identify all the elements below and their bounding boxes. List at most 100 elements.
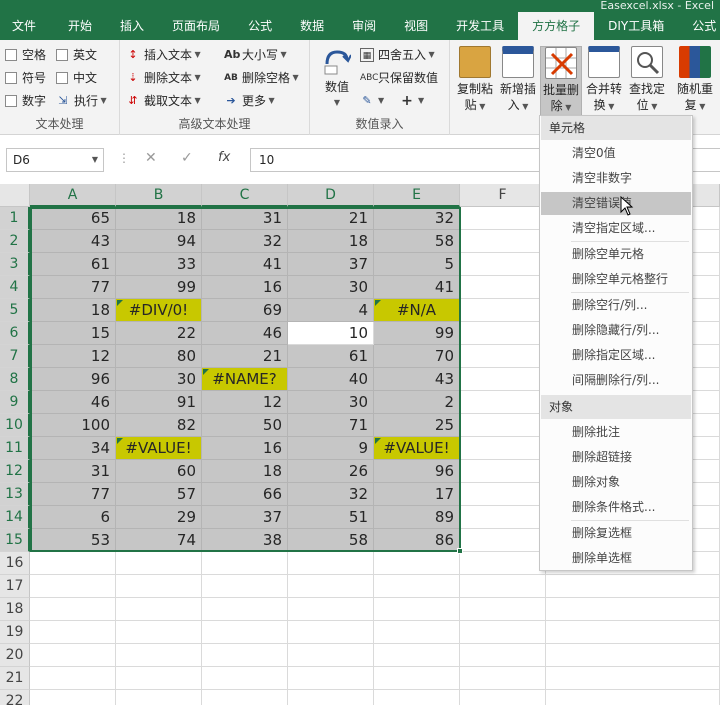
- column-header-a[interactable]: A: [30, 184, 116, 207]
- cell-A15[interactable]: 53: [30, 529, 116, 552]
- cell-A11[interactable]: 34: [30, 437, 116, 460]
- insert-new-button[interactable]: 新增插 入 ▼: [497, 46, 539, 115]
- cell-C18[interactable]: [202, 598, 288, 621]
- find-locate-button[interactable]: 查找定 位 ▼: [626, 46, 668, 115]
- select-all-corner[interactable]: [0, 184, 30, 207]
- row-header-18[interactable]: 18: [0, 598, 30, 621]
- cell-E3[interactable]: 5: [374, 253, 460, 276]
- cell-D17[interactable]: [288, 575, 374, 598]
- cell-C4[interactable]: 16: [202, 276, 288, 299]
- cell-A13[interactable]: 77: [30, 483, 116, 506]
- cell-F11[interactable]: [460, 437, 546, 460]
- cell-G21[interactable]: [546, 667, 720, 690]
- cell-B1[interactable]: 18: [116, 207, 202, 230]
- cell-F19[interactable]: [460, 621, 546, 644]
- cell-F20[interactable]: [460, 644, 546, 667]
- cell-D22[interactable]: [288, 690, 374, 705]
- cell-F7[interactable]: [460, 345, 546, 368]
- cell-C21[interactable]: [202, 667, 288, 690]
- cell-B4[interactable]: 99: [116, 276, 202, 299]
- cell-C12[interactable]: 18: [202, 460, 288, 483]
- menu-item-delete-hyperlinks[interactable]: 删除超链接: [541, 446, 691, 469]
- row-header-7[interactable]: 7: [0, 345, 30, 368]
- cell-A8[interactable]: 96: [30, 368, 116, 391]
- menu-item-clear-non-number[interactable]: 清空非数字: [541, 167, 691, 190]
- cell-A14[interactable]: 6: [30, 506, 116, 529]
- tab-formulas[interactable]: 公式: [234, 12, 286, 40]
- cell-D6[interactable]: 10: [288, 322, 374, 345]
- menu-item-clear-error[interactable]: 清空错误值: [541, 192, 691, 215]
- cell-E11[interactable]: #VALUE!: [374, 437, 460, 460]
- cell-F10[interactable]: [460, 414, 546, 437]
- cell-B5[interactable]: #DIV/0!: [116, 299, 202, 322]
- cell-B10[interactable]: 82: [116, 414, 202, 437]
- chevron-down-icon[interactable]: ▼: [92, 149, 98, 171]
- cell-E21[interactable]: [374, 667, 460, 690]
- batch-delete-button[interactable]: 批量删 除 ▼: [540, 46, 582, 120]
- cell-B22[interactable]: [116, 690, 202, 705]
- cell-B19[interactable]: [116, 621, 202, 644]
- cell-F14[interactable]: [460, 506, 546, 529]
- more-button[interactable]: ➔ 更多 ▼: [224, 91, 274, 111]
- row-header-22[interactable]: 22: [0, 690, 30, 705]
- tab-formula-extra[interactable]: 公式: [678, 12, 720, 40]
- cell-E2[interactable]: 58: [374, 230, 460, 253]
- tab-review[interactable]: 审阅: [338, 12, 390, 40]
- cell-C5[interactable]: 69: [202, 299, 288, 322]
- cell-E7[interactable]: 70: [374, 345, 460, 368]
- case-button[interactable]: Ab 大小写 ▼: [224, 45, 287, 65]
- menu-item-delete-empty-cells[interactable]: 删除空单元格: [541, 243, 691, 266]
- row-header-5[interactable]: 5: [0, 299, 30, 322]
- column-header-c[interactable]: C: [202, 184, 288, 207]
- cell-A19[interactable]: [30, 621, 116, 644]
- cell-D15[interactable]: 58: [288, 529, 374, 552]
- cell-F4[interactable]: [460, 276, 546, 299]
- cell-A20[interactable]: [30, 644, 116, 667]
- cell-B18[interactable]: [116, 598, 202, 621]
- cell-C11[interactable]: 16: [202, 437, 288, 460]
- cell-A17[interactable]: [30, 575, 116, 598]
- cell-A5[interactable]: 18: [30, 299, 116, 322]
- cell-D14[interactable]: 51: [288, 506, 374, 529]
- cell-C14[interactable]: 37: [202, 506, 288, 529]
- tab-file[interactable]: 文件: [0, 12, 54, 40]
- merge-convert-button[interactable]: 合并转 换 ▼: [583, 46, 625, 115]
- cell-C7[interactable]: 21: [202, 345, 288, 368]
- cell-E18[interactable]: [374, 598, 460, 621]
- column-header-f[interactable]: F: [460, 184, 546, 207]
- fill-handle[interactable]: [457, 548, 463, 554]
- copy-paste-button[interactable]: 复制粘 贴 ▼: [454, 46, 496, 115]
- cell-C6[interactable]: 46: [202, 322, 288, 345]
- row-header-14[interactable]: 14: [0, 506, 30, 529]
- menu-item-delete-empty-rows[interactable]: 删除空单元格整行: [541, 268, 691, 291]
- column-header-b[interactable]: B: [116, 184, 202, 207]
- name-box[interactable]: D6 ▼: [6, 148, 104, 172]
- cell-C20[interactable]: [202, 644, 288, 667]
- cell-E4[interactable]: 41: [374, 276, 460, 299]
- menu-item-delete-radio[interactable]: 删除单选框: [541, 547, 691, 570]
- cell-D8[interactable]: 40: [288, 368, 374, 391]
- checkbox-english[interactable]: 英文: [56, 45, 97, 65]
- enter-icon[interactable]: ✓: [181, 150, 193, 166]
- cell-B12[interactable]: 60: [116, 460, 202, 483]
- execute-button[interactable]: ⇲ 执行 ▼: [56, 91, 106, 111]
- cell-C2[interactable]: 32: [202, 230, 288, 253]
- cell-F6[interactable]: [460, 322, 546, 345]
- cell-E14[interactable]: 89: [374, 506, 460, 529]
- cell-A1[interactable]: 65: [30, 207, 116, 230]
- tab-developer[interactable]: 开发工具: [442, 12, 518, 40]
- row-header-11[interactable]: 11: [0, 437, 30, 460]
- cell-A2[interactable]: 43: [30, 230, 116, 253]
- cell-A9[interactable]: 46: [30, 391, 116, 414]
- row-header-12[interactable]: 12: [0, 460, 30, 483]
- tab-home[interactable]: 开始: [54, 12, 106, 40]
- column-header-e[interactable]: E: [374, 184, 460, 207]
- tab-view[interactable]: 视图: [390, 12, 442, 40]
- cell-C1[interactable]: 31: [202, 207, 288, 230]
- tab-data[interactable]: 数据: [286, 12, 338, 40]
- cell-D20[interactable]: [288, 644, 374, 667]
- cell-F13[interactable]: [460, 483, 546, 506]
- menu-item-delete-blank-rows-cols[interactable]: 删除空行/列...: [541, 294, 691, 317]
- menu-item-delete-objects[interactable]: 删除对象: [541, 471, 691, 494]
- cell-D9[interactable]: 30: [288, 391, 374, 414]
